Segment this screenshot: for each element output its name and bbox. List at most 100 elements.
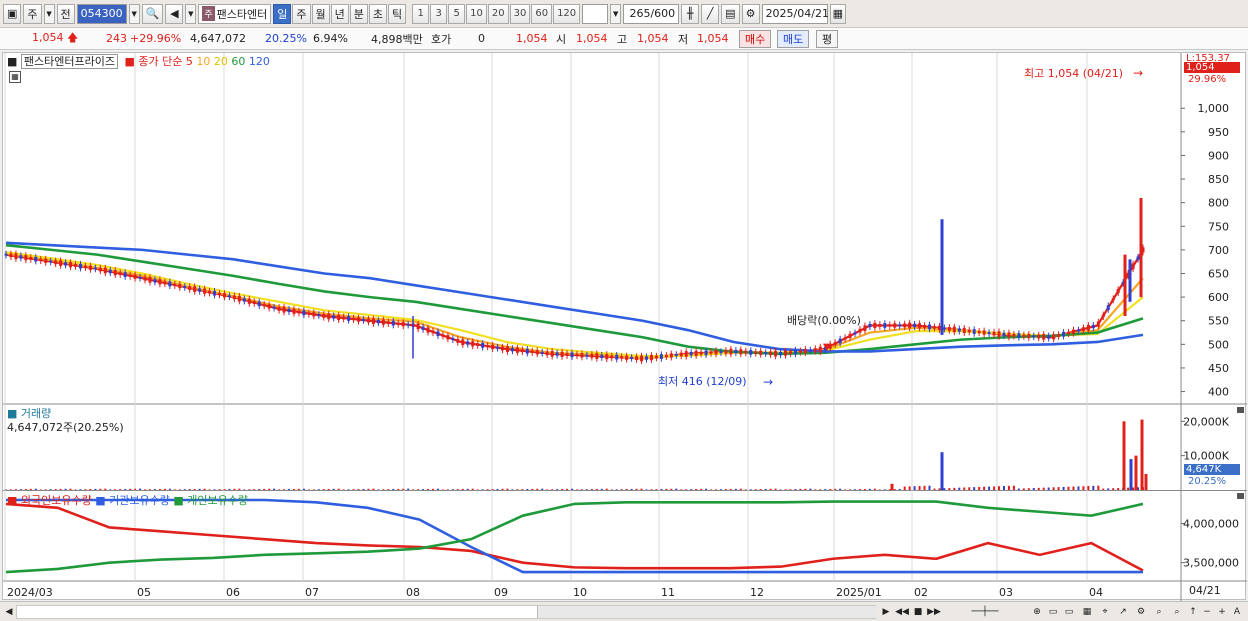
interval-tab-10[interactable]: 10 [466, 3, 487, 24]
period-tab-1[interactable]: 주 [292, 3, 311, 24]
price-tick-label: 400 [1208, 386, 1229, 399]
interval-input[interactable] [582, 3, 609, 24]
candle-body [987, 332, 991, 335]
market-dropdown-icon[interactable]: ▼ [43, 3, 55, 24]
candle-body [848, 333, 852, 338]
save-icon[interactable]: ▤ [721, 3, 740, 24]
interval-tab-60[interactable]: 60 [531, 3, 553, 24]
grid-icon[interactable]: ▦ [1080, 605, 1094, 619]
stop-icon[interactable]: ■ [911, 605, 925, 619]
period-tab-2[interactable]: 월 [311, 3, 330, 24]
interval-tab-30[interactable]: 30 [509, 3, 531, 24]
scroll-thumb[interactable] [537, 606, 877, 618]
zoom-in-icon[interactable]: ⊕ [1030, 605, 1044, 619]
eval-button[interactable]: 평 [816, 29, 839, 48]
crosshair-icon[interactable]: ⌖ [1098, 605, 1112, 619]
volume-bar [114, 489, 117, 490]
volume-bar [640, 488, 643, 490]
candle-body [1096, 321, 1100, 327]
volume-bar [312, 489, 315, 490]
volume-bar [94, 488, 97, 490]
gear-icon[interactable]: ⚙ [741, 3, 760, 24]
candle-body [932, 326, 936, 329]
candle-icon[interactable]: ╫ [681, 3, 700, 24]
scroll-left-icon[interactable]: ◀ [2, 605, 16, 619]
volume-bar [124, 489, 127, 490]
period-tab-5[interactable]: 초 [368, 3, 387, 24]
volume-bar [14, 489, 17, 490]
magnify-icon[interactable]: ⌕ [1170, 605, 1184, 619]
chart-svg[interactable]: 400 450 500 550 600 650 700 750 800 850 900 950 1,00… [3, 53, 1247, 601]
plus-icon[interactable]: + [1215, 605, 1229, 619]
speaker-dropdown-icon[interactable]: ▼ [185, 3, 197, 24]
period-tab-3[interactable]: 년 [330, 3, 349, 24]
price-tick-label: 600 [1208, 291, 1229, 304]
last-date-label: 04/21 [1189, 584, 1221, 597]
zoom-slider[interactable]: ──┼── [950, 605, 1020, 619]
volume-bar [24, 488, 27, 490]
candle-body [605, 354, 609, 360]
candle-body [227, 295, 231, 298]
minus-icon[interactable]: − [1200, 605, 1214, 619]
interval-tab-3[interactable]: 3 [430, 3, 448, 24]
candle-body [575, 353, 579, 357]
volume-bar [54, 489, 57, 490]
interval-tab-120[interactable]: 120 [553, 3, 581, 24]
period-tab-4[interactable]: 분 [349, 3, 368, 24]
font-icon[interactable]: A [1230, 605, 1244, 619]
calendar-icon[interactable]: ▦ [829, 3, 846, 24]
table-icon[interactable]: ▦ [9, 71, 21, 83]
scroll-right-icon[interactable]: ▶ [879, 605, 893, 619]
trend-icon[interactable]: ↗ [1116, 605, 1130, 619]
candle-body [515, 347, 519, 353]
interval-dropdown-icon[interactable]: ▼ [610, 3, 622, 24]
interval-tab-5[interactable]: 5 [448, 3, 466, 24]
volume-bar [446, 489, 449, 490]
candle-body [386, 321, 390, 325]
volume-bar [19, 489, 22, 490]
search-icon[interactable]: 🔍 [141, 3, 164, 24]
volume-bar [670, 488, 673, 490]
buy-button[interactable]: 매수 [739, 29, 772, 48]
layout-icon[interactable]: ▣ [3, 3, 22, 24]
candle-body [600, 354, 604, 359]
market-select[interactable]: 주 [23, 3, 42, 24]
draw-icon[interactable]: ╱ [701, 3, 720, 24]
volume-bar [1042, 487, 1045, 490]
interval-tab-20[interactable]: 20 [487, 3, 509, 24]
candle-body [1071, 329, 1075, 334]
settings2-icon[interactable]: ⚙ [1134, 605, 1148, 619]
bar-count[interactable]: 265/600 [623, 3, 680, 24]
holding-line-0 [5, 502, 1144, 572]
volume-bar [302, 488, 305, 490]
rewind-icon[interactable]: ◀◀ [895, 605, 909, 619]
volume-bar [377, 489, 380, 490]
volume-bar [749, 489, 752, 490]
volume-pct-tag: 20.25% [1188, 476, 1227, 487]
scrollbar[interactable] [16, 605, 877, 619]
code-dropdown-icon[interactable]: ▼ [128, 3, 140, 24]
period-tab-0[interactable]: 일 [273, 3, 292, 24]
sell-button[interactable]: 매도 [777, 29, 810, 48]
search2-icon[interactable]: ⌕ [1152, 605, 1166, 619]
date-input[interactable]: 2025/04/21 [761, 3, 829, 24]
candle-body [724, 349, 728, 354]
speaker-icon[interactable]: ◀ [165, 3, 184, 24]
stock-code-input[interactable]: 054300 [76, 3, 127, 24]
volume-bar [660, 489, 663, 490]
period-tab-6[interactable]: 틱 [388, 3, 407, 24]
arrow-icon[interactable]: ↑ [1186, 605, 1200, 619]
chart-area[interactable]: 400 450 500 550 600 650 700 750 800 850 900 950 1,00… [2, 52, 1247, 601]
candle-body [431, 330, 435, 334]
candle-body [352, 317, 356, 321]
candle-body [138, 276, 142, 279]
interval-tab-1[interactable]: 1 [412, 3, 430, 24]
volume-bar [218, 489, 221, 490]
window2-icon[interactable]: ▭ [1062, 605, 1076, 619]
candle-body [213, 290, 217, 296]
window-icon[interactable]: ▭ [1046, 605, 1060, 619]
forward-icon[interactable]: ▶▶ [927, 605, 941, 619]
prev-button[interactable]: 전 [56, 3, 75, 24]
volume-bar [337, 488, 340, 490]
candle-body [982, 330, 986, 335]
